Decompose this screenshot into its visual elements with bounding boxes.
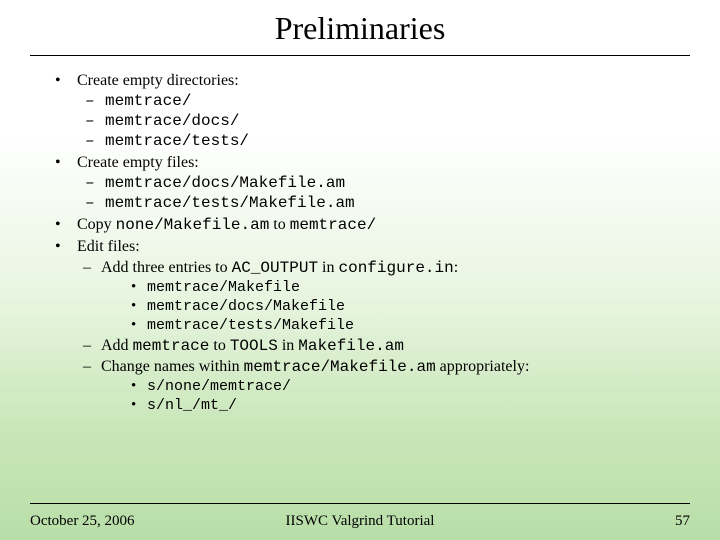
bullet-text: Copy none/Makefile.am to memtrace/	[77, 216, 376, 234]
slide-title: Preliminaries	[0, 0, 720, 55]
list-item: •s/nl_/mt_/	[131, 397, 665, 414]
text-fragment: Add three entries to	[101, 259, 232, 276]
code-text: memtrace/tests/	[105, 132, 249, 150]
text-fragment: Copy	[77, 216, 116, 233]
code-text: memtrace/docs/	[105, 112, 239, 130]
bullet-mark: •	[131, 317, 147, 334]
code-text: memtrace/tests/Makefile.am	[105, 194, 355, 212]
bullet-mark: •	[131, 298, 147, 315]
code-text: TOOLS	[230, 337, 278, 355]
bullet-mark: •	[55, 72, 77, 90]
bullet-text: Add memtrace to TOOLS in Makefile.am	[101, 337, 404, 355]
text-fragment: to	[209, 337, 229, 354]
code-text: memtrace	[133, 337, 210, 355]
dash-mark: –	[85, 194, 105, 212]
ac-output-list: •memtrace/Makefile •memtrace/docs/Makefi…	[83, 279, 665, 334]
list-item: –memtrace/docs/	[85, 112, 665, 130]
edit-files-sublist: – Add three entries to AC_OUTPUT in conf…	[55, 259, 665, 414]
dash-mark: –	[85, 92, 105, 110]
bullet-edit-files: • Edit files:	[55, 238, 665, 256]
code-text: AC_OUTPUT	[232, 259, 318, 277]
list-item: –memtrace/	[85, 92, 665, 110]
list-item: – Add three entries to AC_OUTPUT in conf…	[83, 259, 665, 277]
list-item: •memtrace/docs/Makefile	[131, 298, 665, 315]
code-text: memtrace/docs/Makefile.am	[105, 174, 345, 192]
bullet-text: Change names within memtrace/Makefile.am…	[101, 358, 529, 376]
list-item: •memtrace/tests/Makefile	[131, 317, 665, 334]
slide-content: • Create empty directories: –memtrace/ –…	[0, 56, 720, 414]
text-fragment: Change names within	[101, 358, 244, 375]
text-fragment: in	[278, 337, 298, 354]
code-text: s/nl_/mt_/	[147, 397, 237, 414]
dash-mark: –	[85, 112, 105, 130]
dash-mark: –	[83, 358, 101, 376]
dash-mark: –	[83, 259, 101, 277]
footer-date: October 25, 2006	[30, 513, 135, 530]
list-item: –memtrace/tests/	[85, 132, 665, 150]
dash-mark: –	[85, 174, 105, 192]
footer-divider	[30, 503, 690, 504]
list-item: •s/none/memtrace/	[131, 378, 665, 395]
text-fragment: to	[269, 216, 289, 233]
list-item: – Change names within memtrace/Makefile.…	[83, 358, 665, 376]
code-text: memtrace/docs/Makefile	[147, 298, 345, 315]
bullet-text: Add three entries to AC_OUTPUT in config…	[101, 259, 458, 277]
code-text: memtrace/Makefile	[147, 279, 300, 296]
code-text: none/Makefile.am	[116, 216, 270, 234]
list-item: –memtrace/docs/Makefile.am	[85, 174, 665, 192]
text-fragment: in	[318, 259, 338, 276]
bullet-mark: •	[55, 238, 77, 256]
code-text: Makefile.am	[298, 337, 404, 355]
code-text: memtrace/Makefile.am	[244, 358, 436, 376]
code-text: s/none/memtrace/	[147, 378, 291, 395]
bullet-mark: •	[55, 154, 77, 172]
code-text: memtrace/	[290, 216, 376, 234]
rename-list: •s/none/memtrace/ •s/nl_/mt_/	[83, 378, 665, 414]
bullet-mark: •	[131, 378, 147, 395]
text-fragment: :	[454, 259, 458, 276]
bullet-create-dirs: • Create empty directories:	[55, 72, 665, 90]
text-fragment: Add	[101, 337, 133, 354]
bullet-create-files: • Create empty files:	[55, 154, 665, 172]
bullet-text: Create empty files:	[77, 154, 199, 172]
list-item: – Add memtrace to TOOLS in Makefile.am	[83, 337, 665, 355]
bullet-text: Create empty directories:	[77, 72, 239, 90]
code-text: memtrace/tests/Makefile	[147, 317, 354, 334]
dash-mark: –	[85, 132, 105, 150]
bullet-copy: • Copy none/Makefile.am to memtrace/	[55, 216, 665, 234]
list-item: –memtrace/tests/Makefile.am	[85, 194, 665, 212]
sub-list-files: –memtrace/docs/Makefile.am –memtrace/tes…	[55, 174, 665, 212]
dash-mark: –	[83, 337, 101, 355]
bullet-text: Edit files:	[77, 238, 140, 256]
list-item: •memtrace/Makefile	[131, 279, 665, 296]
text-fragment: appropriately:	[436, 358, 530, 375]
bullet-mark: •	[55, 216, 77, 234]
bullet-mark: •	[131, 397, 147, 414]
footer-page: 57	[675, 513, 690, 530]
code-text: memtrace/	[105, 92, 191, 110]
slide-footer: October 25, 2006 IISWC Valgrind Tutorial…	[30, 513, 690, 530]
code-text: configure.in	[339, 259, 454, 277]
bullet-mark: •	[131, 279, 147, 296]
sub-list-dirs: –memtrace/ –memtrace/docs/ –memtrace/tes…	[55, 92, 665, 150]
